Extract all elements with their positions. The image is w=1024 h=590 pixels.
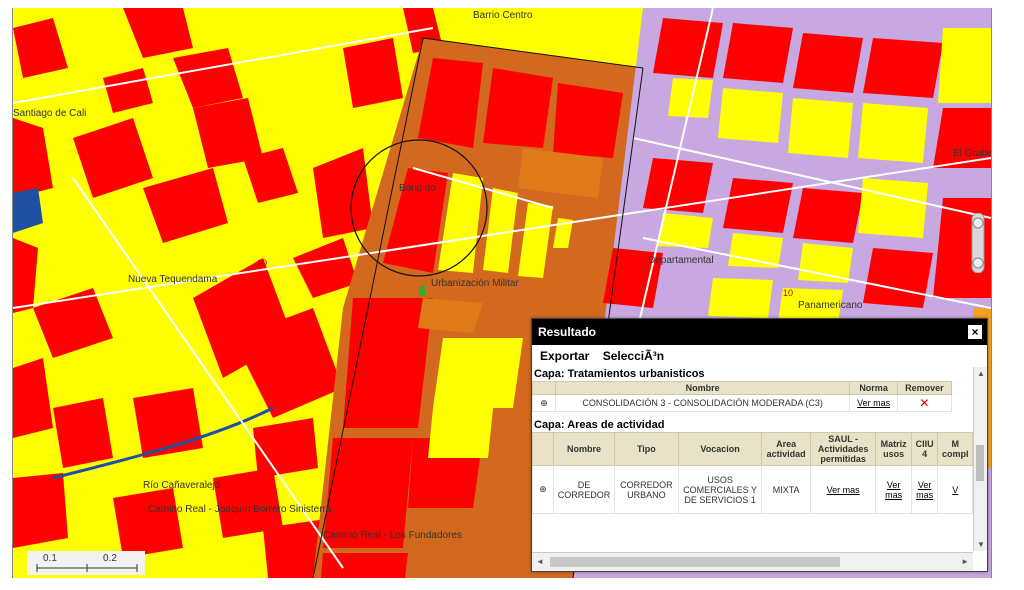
horizontal-scrollbar[interactable]: ◄ ► [532, 552, 973, 571]
layer1-header-nombre: Nombre [554, 381, 851, 395]
layer2-matriz-link[interactable]: Ver mas [885, 480, 902, 500]
label-num-10b: 10 [783, 288, 793, 298]
horizontal-scroll-thumb[interactable] [550, 557, 840, 567]
scale-bar: 0.1 0.2 [27, 551, 145, 575]
layer2-header-1: Tipo [614, 432, 679, 466]
selection-menu[interactable]: SelecciÃ³n [603, 349, 664, 363]
panel-body: Capa: Tratamientos urbanisticos Nombre N… [532, 367, 973, 551]
label-departamental: Departamental [648, 255, 714, 266]
label-el-gran: El Grabe [953, 148, 991, 159]
label-top: Barrio Centro [473, 10, 533, 21]
layer2-header-6: CIIU 4 [910, 432, 939, 466]
scroll-left-icon[interactable]: ◄ [536, 557, 544, 566]
result-panel: Resultado × Exportar SelecciÃ³n Capa: Tr… [531, 318, 988, 572]
zoom-slider[interactable] [970, 212, 986, 274]
layer2-cell-area: MIXTA [761, 465, 811, 514]
layer2-header-0: Nombre [552, 432, 616, 466]
layer2-table: Nombre Tipo Vocacion Area actividad SAUL… [532, 432, 973, 514]
table-row: ⊕ CONSOLIDACIÓN 3 - CONSOLIDACIÓN MODERA… [532, 394, 953, 412]
layer2-header-7: M compl [937, 432, 973, 466]
label-camino-real-jb: Camino Real - Joaquín Borrero Sinisterra [148, 504, 332, 515]
layer1-table: Nombre Norma Remover ⊕ CONSOLIDACIÓN 3 -… [532, 381, 953, 412]
layer2-header-5: Matriz usos [875, 432, 912, 466]
layer1-header-norma: Norma [849, 381, 898, 395]
label-rio-canaveralejo: Río Cañaveralejo [143, 480, 221, 491]
vertical-scrollbar[interactable]: ▲ ▼ [973, 367, 987, 551]
label-urbanizacion-militar: Urbanización Militar [431, 278, 519, 289]
label-nueva-tequendama: Nueva Tequendama [128, 274, 218, 285]
vertical-scroll-thumb[interactable] [976, 445, 984, 481]
close-icon[interactable]: × [967, 324, 983, 340]
layer2-title: Capa: Areas de actividad [534, 419, 665, 431]
layer1-cell-nombre: CONSOLIDACIÓN 3 - CONSOLIDACIÓN MODERADA… [554, 394, 851, 412]
label-num-10a: 10 [257, 258, 267, 268]
panel-menu: Exportar SelecciÃ³n [532, 345, 987, 367]
layer2-ciiu-link[interactable]: Ver mas [916, 480, 933, 500]
layer2-cell-tipo: CORREDOR URBANO [614, 465, 679, 514]
export-menu[interactable]: Exportar [540, 349, 589, 363]
layer2-header-4: SAUL - Actividades permitidas [809, 432, 877, 466]
layer1-title: Capa: Tratamientos urbanisticos [534, 368, 705, 380]
label-panamericano: Panamericano [798, 300, 863, 311]
layer2-cell-vocacion: USOS COMERCIALES Y DE SERVICIOS 1 [677, 465, 763, 514]
layer1-norma-link[interactable]: Ver mas [857, 398, 890, 408]
remove-icon[interactable]: ✕ [896, 394, 953, 412]
scroll-right-icon[interactable]: ► [961, 557, 969, 566]
scroll-down-icon[interactable]: ▼ [977, 540, 985, 549]
zoom-in-icon[interactable]: ⊕ [532, 394, 556, 412]
layer2-cell-nombre: DE CORREDOR [552, 465, 616, 514]
location-marker [419, 286, 425, 296]
panel-title-bar: Resultado × [532, 319, 987, 345]
layer1-header-remover: Remover [896, 381, 953, 395]
label-camino-real-lf: Camino Real - Los Fundadores [323, 530, 462, 541]
table-row: ⊕ DE CORREDOR CORREDOR URBANO USOS COMER… [532, 465, 973, 514]
label-santiago: Santiago de Cali [13, 108, 86, 119]
panel-title: Resultado [538, 325, 597, 339]
label-bullet: Bonpido [399, 183, 436, 194]
zoom-in-icon[interactable]: ⊕ [532, 465, 554, 514]
layer2-header-2: Vocacion [677, 432, 763, 466]
layer2-compl-link[interactable]: V [952, 485, 958, 495]
scroll-up-icon[interactable]: ▲ [977, 369, 985, 378]
layer2-header-3: Area actividad [761, 432, 811, 466]
layer2-saul-link[interactable]: Ver mas [827, 485, 860, 495]
